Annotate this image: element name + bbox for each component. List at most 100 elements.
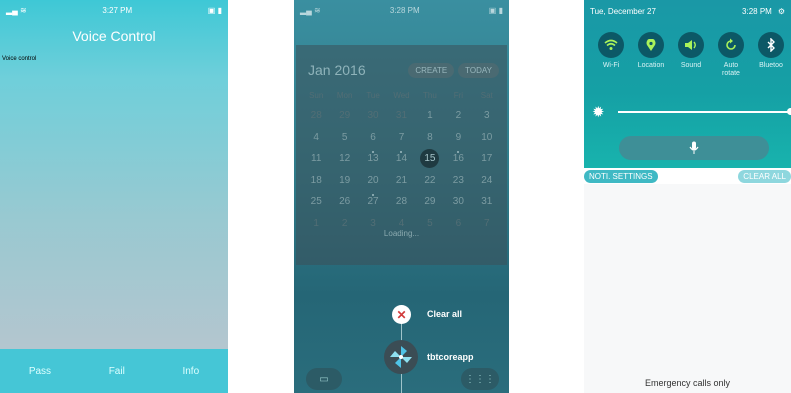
calendar-day[interactable]: 5: [330, 127, 358, 149]
toggle-label: Auto rotate: [722, 62, 740, 77]
calendar-day[interactable]: 9: [444, 127, 472, 149]
brightness-slider[interactable]: [618, 108, 791, 115]
today-marker: 15: [420, 149, 440, 169]
calendar-day[interactable]: 25: [302, 191, 330, 213]
toggle-label: Sound: [680, 62, 702, 69]
status-time: 3:27 PM: [102, 5, 133, 15]
page-title: Voice Control: [72, 28, 156, 44]
calendar-day[interactable]: 4: [302, 127, 330, 149]
toggle-auto-rotate[interactable]: Auto rotate: [711, 32, 751, 78]
emergency-calls-text: Emergency calls only: [644, 378, 731, 388]
rotate-icon: [718, 32, 744, 58]
status-bar: Tue, December 27 3:28 PM ⚙: [584, 0, 791, 22]
battery-icon: ▣ ▮: [207, 5, 222, 15]
page-subtitle: Voice control: [2, 56, 37, 62]
create-button[interactable]: CREATE: [408, 62, 455, 78]
wifi-icon: [598, 32, 624, 58]
weekday-header: Sun: [309, 90, 324, 100]
signal-icon: ▂▄ ≋: [6, 5, 27, 15]
calendar-day[interactable]: 14: [387, 148, 415, 170]
calendar-day[interactable]: 10: [473, 127, 501, 149]
calendar-day[interactable]: 18: [302, 170, 330, 192]
calendar-day[interactable]: 28: [387, 191, 415, 213]
weekday-header: Tue: [366, 90, 380, 100]
battery-icon: ▣ ▮: [488, 5, 503, 15]
toggle-wifi[interactable]: Wi-Fi: [591, 32, 631, 78]
calendar-day[interactable]: 2: [444, 105, 472, 127]
voice-control-screen: ▂▄ ≋ 3:27 PM ▣ ▮ Voice Control Voice con…: [0, 0, 228, 393]
toggle-label: Location: [637, 62, 665, 69]
bottom-action-bar: Pass Fail Info: [0, 349, 228, 393]
quick-settings-panel: Tue, December 27 3:28 PM ⚙ Wi-Fi Locatio…: [584, 0, 791, 168]
calendar-grid: Sun Mon Tue Wed Thu Fri Sat 28 29 30 31 1 2 3 4 5 6 7 8 9 10…: [296, 81, 507, 234]
status-date: Tue, December 27: [590, 6, 656, 16]
calendar-day[interactable]: 16: [444, 148, 472, 170]
calendar-day[interactable]: 17: [473, 148, 501, 170]
location-icon: [638, 32, 664, 58]
voice-input-button[interactable]: [619, 136, 769, 160]
toggle-label: Bluetoo: [759, 62, 783, 69]
weekday-header: Thu: [423, 90, 437, 100]
loading-text: Loading...: [383, 229, 420, 238]
calendar-day[interactable]: 30: [359, 105, 387, 127]
notification-actions-row: NOTI. SETTINGS CLEAR ALL: [584, 168, 791, 184]
calendar-day[interactable]: 21: [387, 170, 415, 192]
calendar-month: Jan 2016: [308, 62, 366, 78]
calendar-day[interactable]: 26: [330, 191, 358, 213]
calendar-day[interactable]: 19: [330, 170, 358, 192]
calendar-day[interactable]: 27: [359, 191, 387, 213]
brightness-row: ✹: [592, 102, 791, 122]
noti-settings-button[interactable]: NOTI. SETTINGS: [584, 169, 658, 183]
toggle-bluetooth[interactable]: Bluetoo: [751, 32, 791, 78]
clear-all-button[interactable]: CLEAR ALL: [738, 169, 791, 183]
notification-panel-screen: Tue, December 27 3:28 PM ⚙ Wi-Fi Locatio…: [584, 0, 791, 393]
calendar-day[interactable]: 31: [473, 191, 501, 213]
calendar-day[interactable]: 31: [387, 105, 415, 127]
calendar-day-today[interactable]: 15: [416, 148, 444, 170]
toggle-sound[interactable]: Sound: [671, 32, 711, 78]
calendar-day[interactable]: 6: [359, 127, 387, 149]
calendar-day[interactable]: 22: [416, 170, 444, 192]
brightness-icon: ✹: [592, 104, 605, 121]
app-label: tbtcoreapp: [427, 352, 474, 362]
calendar-day[interactable]: 28: [302, 105, 330, 127]
calendar-day[interactable]: 29: [416, 191, 444, 213]
toggle-label: Wi-Fi: [602, 62, 620, 69]
pass-button[interactable]: Pass: [29, 366, 51, 377]
weekday-header: Mon: [336, 90, 353, 100]
calendar-day[interactable]: 1: [416, 105, 444, 127]
info-button[interactable]: Info: [182, 366, 199, 377]
calendar-day[interactable]: 8: [416, 127, 444, 149]
fail-button[interactable]: Fail: [109, 366, 125, 377]
calendar-day[interactable]: 23: [444, 170, 472, 192]
sound-icon: [678, 32, 704, 58]
toggle-location[interactable]: Location: [631, 32, 671, 78]
settings-gear-icon[interactable]: ⚙: [778, 7, 785, 16]
calendar-day[interactable]: 30: [444, 191, 472, 213]
bluetooth-icon: [758, 32, 784, 58]
apps-grid-icon[interactable]: ⋮⋮⋮: [461, 368, 499, 390]
status-time: 3:28 PM: [389, 5, 420, 15]
clear-all-icon[interactable]: ✕: [392, 305, 411, 324]
calendar-day[interactable]: 7: [387, 127, 415, 149]
signal-icon: ▂▄ ≋: [300, 5, 321, 15]
weekday-header: Sat: [480, 90, 493, 100]
calendar-day[interactable]: 29: [330, 105, 358, 127]
today-button[interactable]: TODAY: [458, 62, 499, 78]
status-bar: ▂▄ ≋ 3:28 PM ▣ ▮: [294, 0, 509, 20]
clear-all-label[interactable]: Clear all: [427, 309, 462, 319]
weekday-header: Wed: [393, 90, 410, 100]
recents-screen: ▂▄ ≋ 3:28 PM ▣ ▮ Jan 2016 CREATE TODAY S…: [294, 0, 509, 393]
calendar-preview[interactable]: Jan 2016 CREATE TODAY Sun Mon Tue Wed Thu Fri…: [296, 45, 507, 265]
status-bar: ▂▄ ≋ 3:27 PM ▣ ▮: [0, 0, 228, 20]
calendar-day[interactable]: 3: [473, 105, 501, 127]
recents-menu-icon[interactable]: ▭: [306, 368, 342, 390]
app-pinwheel-icon[interactable]: [384, 340, 418, 374]
calendar-day[interactable]: 12: [330, 148, 358, 170]
calendar-day[interactable]: 13: [359, 148, 387, 170]
calendar-day[interactable]: 11: [302, 148, 330, 170]
brightness-knob[interactable]: [787, 108, 791, 115]
weekday-header: Fri: [453, 90, 464, 100]
calendar-day[interactable]: 24: [473, 170, 501, 192]
calendar-day[interactable]: 20: [359, 170, 387, 192]
